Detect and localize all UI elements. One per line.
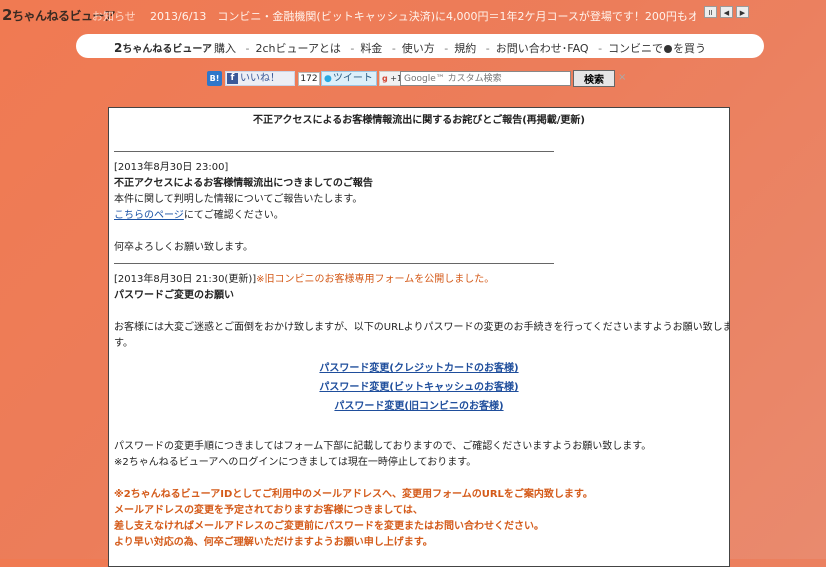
search-button[interactable]: 検索 (573, 70, 615, 87)
nav-item-about[interactable]: 2chビューアとは (255, 42, 340, 55)
facebook-icon: f (227, 73, 238, 84)
warning-line: 差し支えなければメールアドレスのご変更前にパスワードを変更またはお問い合わせくだ… (114, 521, 544, 532)
section2-date-line: [2013年8月30日 21:30(更新)]※旧コンビニのお客様専用フォームを公… (114, 274, 495, 285)
main-nav: 2ちゃんねるビューア - 購入 -2chビューアとは - 料金 - 使い方 - 規約 -… (76, 34, 764, 58)
section2-heading: パスワードご変更のお願い (114, 290, 234, 301)
section1-link-line: こちらのページにてご確認ください。 (114, 210, 284, 221)
password-change-convenience-link[interactable]: パスワード変更(旧コンビニのお客様) (114, 399, 724, 415)
facebook-like-button[interactable]: f いいね！ (225, 71, 295, 86)
details-page-link[interactable]: こちらのページ (114, 210, 184, 221)
news-label: お知らせ (92, 10, 136, 23)
warning-line: ※2ちゃんねるビューアIDとしてご利用中のメールアドレスへ、変更用フォームのUR… (114, 489, 593, 500)
dot-icon (664, 45, 673, 53)
section1-heading: 不正アクセスによるお客様情報流出につきましてのご報告 (114, 178, 373, 189)
section2-notice: ※旧コンビニのお客様専用フォームを公開しました。 (256, 274, 495, 285)
nav-item-pricing[interactable]: 料金 (360, 42, 382, 55)
section1-text: 本件に関して判明した情報についてご報告いたします。 (114, 194, 363, 205)
section2-text: お客様には大変ご迷惑とご面倒をおかけ致しますが、以下のURLよりパスワードの変更… (114, 322, 730, 333)
twitter-bird-icon: ● (324, 74, 332, 84)
ticker-next-button[interactable]: ▶ (736, 6, 749, 18)
page-title: 不正アクセスによるお客様情報流出に関するお詫びとご報告(再掲載/更新) (253, 115, 585, 126)
password-change-credit-link[interactable]: パスワード変更(クレジットカードのお客様) (114, 361, 724, 377)
ticker-prev-button[interactable]: ◀ (720, 6, 733, 18)
section2-procedure-text: パスワードの変更手順につきましてはフォーム下部に記載しておりますので、ご確認くだ… (114, 441, 652, 452)
divider (114, 263, 554, 264)
nav-links: - 購入 -2chビューアとは - 料金 - 使い方 - 規約 - お問い合わせ･FAQ … (204, 42, 707, 55)
nav-item-terms[interactable]: 規約 (454, 42, 476, 55)
divider (114, 151, 554, 152)
ticker-pause-button[interactable]: II (704, 6, 717, 18)
tweet-button[interactable]: ●ツイート (321, 71, 377, 86)
section2-login-note: ※2ちゃんねるビューアへのログインにつきましては現在一時停止しております。 (114, 457, 477, 468)
nav-item-purchase[interactable]: 購入 (214, 42, 236, 55)
password-change-bitcash-link[interactable]: パスワード変更(ビットキャッシュのお客様) (114, 380, 724, 396)
google-plus-icon: g (381, 74, 388, 83)
hatena-bookmark-button[interactable]: B! (207, 71, 222, 86)
nav-item-contact[interactable]: お問い合わせ･FAQ (496, 42, 589, 55)
warning-line: より早い対応の為、何卒ご理解いただけますようお願い申し上げます。 (114, 537, 433, 548)
news-ticker[interactable]: 2013/6/13 コンビニ・金融機関(ビットキャッシュ決済)に4,000円＝1… (150, 8, 696, 24)
search-input[interactable] (400, 71, 571, 86)
nav-item-convenience[interactable]: コンビニで を買う (608, 42, 706, 55)
section2-text: す。 (114, 338, 133, 349)
nav-item-howto[interactable]: 使い方 (402, 42, 435, 55)
like-count: 172 (298, 72, 320, 86)
search-clear-icon[interactable]: × (618, 72, 626, 83)
top-bar: 2ちゃんねるビューア お知らせ 2013/6/13 コンビニ・金融機関(ビットキ… (0, 0, 826, 28)
article-box: 不正アクセスによるお客様情報流出に関するお詫びとご報告(再掲載/更新) [201… (108, 107, 730, 567)
section1-date: [2013年8月30日 23:00] (114, 162, 229, 173)
warning-line: メールアドレスの変更を予定されておりますお客様につきましては、 (114, 505, 423, 516)
section1-closing: 何卒よろしくお願い致します。 (114, 242, 253, 253)
